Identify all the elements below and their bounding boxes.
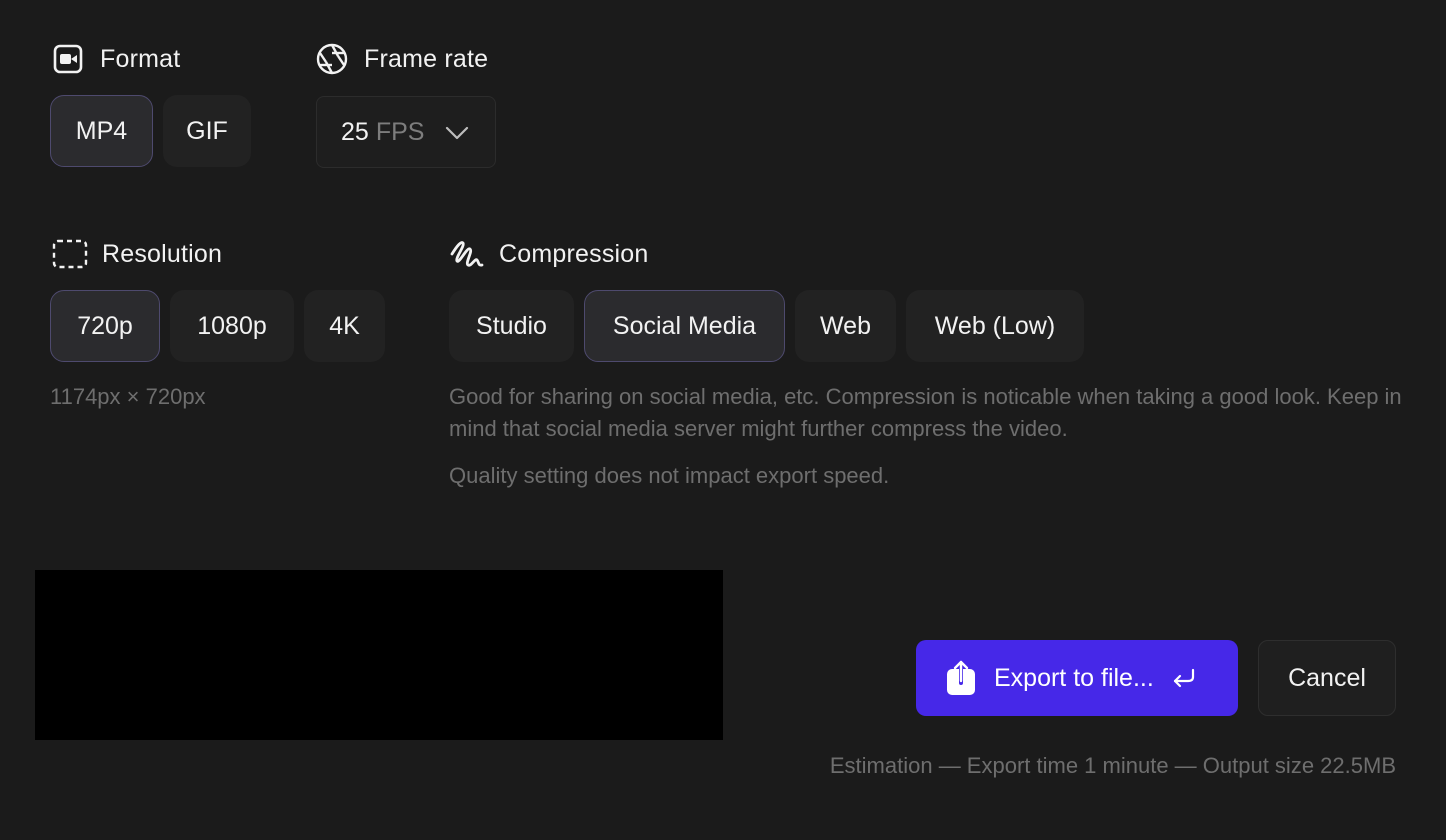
frame-rate-value: 25 [341,117,369,146]
format-option-gif[interactable]: GIF [163,95,251,167]
format-option-mp4[interactable]: MP4 [50,95,153,167]
resolution-dimensions: 1174px × 720px [50,384,206,409]
cancel-button[interactable]: Cancel [1258,640,1396,716]
format-title: Format [100,44,181,73]
resolution-title: Resolution [102,239,223,268]
squiggle-icon [449,236,485,272]
dashed-frame-icon [52,236,88,272]
compression-option-web[interactable]: Web [795,290,896,362]
video-preview [35,570,723,740]
resolution-option-720p[interactable]: 720p [50,290,160,362]
export-button-label: Export to file... [994,663,1154,692]
estimation-text: Estimation — Export time 1 minute — Outp… [829,753,1396,778]
compression-title: Compression [499,239,649,268]
share-icon [946,660,976,696]
resolution-option-4k[interactable]: 4K [304,290,385,362]
frame-rate-unit: FPS [375,117,425,146]
compression-section-title: Compression [449,236,648,272]
frame-rate-section-title: Frame rate [314,41,488,77]
export-button[interactable]: Export to file... [916,640,1238,716]
frame-rate-select[interactable]: 25 FPS [316,96,496,168]
aperture-icon [314,41,350,77]
chevron-down-icon [445,121,469,152]
video-camera-icon [50,41,86,77]
compression-options: Studio Social Media Web Web (Low) [449,290,1084,362]
format-options: MP4 GIF [50,95,251,167]
resolution-options: 720p 1080p 4K [50,290,385,362]
frame-rate-title: Frame rate [364,44,489,73]
compression-description: Good for sharing on social media, etc. C… [449,384,1402,441]
compression-note: Quality setting does not impact export s… [449,463,890,488]
compression-option-web-low[interactable]: Web (Low) [906,290,1084,362]
resolution-option-1080p[interactable]: 1080p [170,290,294,362]
return-key-icon [1172,667,1196,689]
resolution-section-title: Resolution [52,236,222,272]
compression-option-studio[interactable]: Studio [449,290,574,362]
format-section-title: Format [50,41,180,77]
compression-option-social-media[interactable]: Social Media [584,290,785,362]
